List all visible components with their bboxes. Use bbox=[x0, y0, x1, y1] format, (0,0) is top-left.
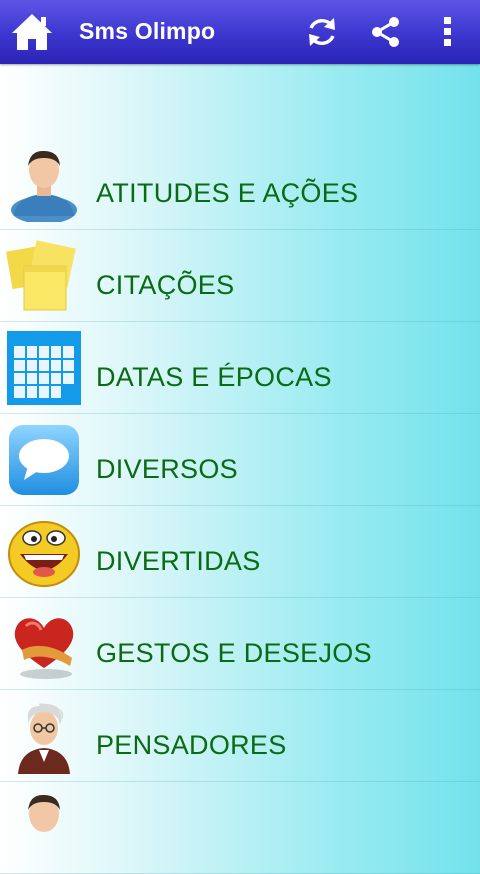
category-item-partial[interactable] bbox=[0, 782, 480, 874]
laughing-face-icon bbox=[8, 521, 80, 587]
heart-icon bbox=[14, 618, 74, 679]
share-icon[interactable] bbox=[368, 14, 404, 50]
sticky-notes-icon bbox=[6, 240, 76, 311]
category-item-divertidas[interactable]: DIVERTIDAS bbox=[0, 506, 480, 598]
person-avatar-icon bbox=[11, 150, 77, 222]
refresh-icon[interactable] bbox=[304, 14, 340, 50]
app-title: Sms Olimpo bbox=[79, 18, 216, 44]
category-item-gestos[interactable]: GESTOS E DESEJOS bbox=[0, 598, 480, 690]
thinker-icon bbox=[18, 703, 70, 774]
calendar-icon bbox=[7, 331, 81, 405]
home-icon[interactable] bbox=[10, 11, 54, 53]
category-item-atitudes[interactable]: ATITUDES E AÇÕES bbox=[0, 138, 480, 230]
category-item-diversos[interactable]: DIVERSOS bbox=[0, 414, 480, 506]
speech-bubble-icon bbox=[9, 425, 79, 495]
category-item-pensadores[interactable]: PENSADORES bbox=[0, 690, 480, 782]
category-item-datas[interactable]: DATAS E ÉPOCAS bbox=[0, 322, 480, 414]
overflow-menu-icon[interactable] bbox=[438, 14, 458, 50]
person-avatar-icon bbox=[28, 794, 60, 832]
app-bar: Sms Olimpo bbox=[0, 0, 480, 64]
category-list: ATITUDES E AÇÕES CITAÇÕES DATAS E ÉPOCAS… bbox=[0, 138, 480, 874]
category-item-citacoes[interactable]: CITAÇÕES bbox=[0, 230, 480, 322]
